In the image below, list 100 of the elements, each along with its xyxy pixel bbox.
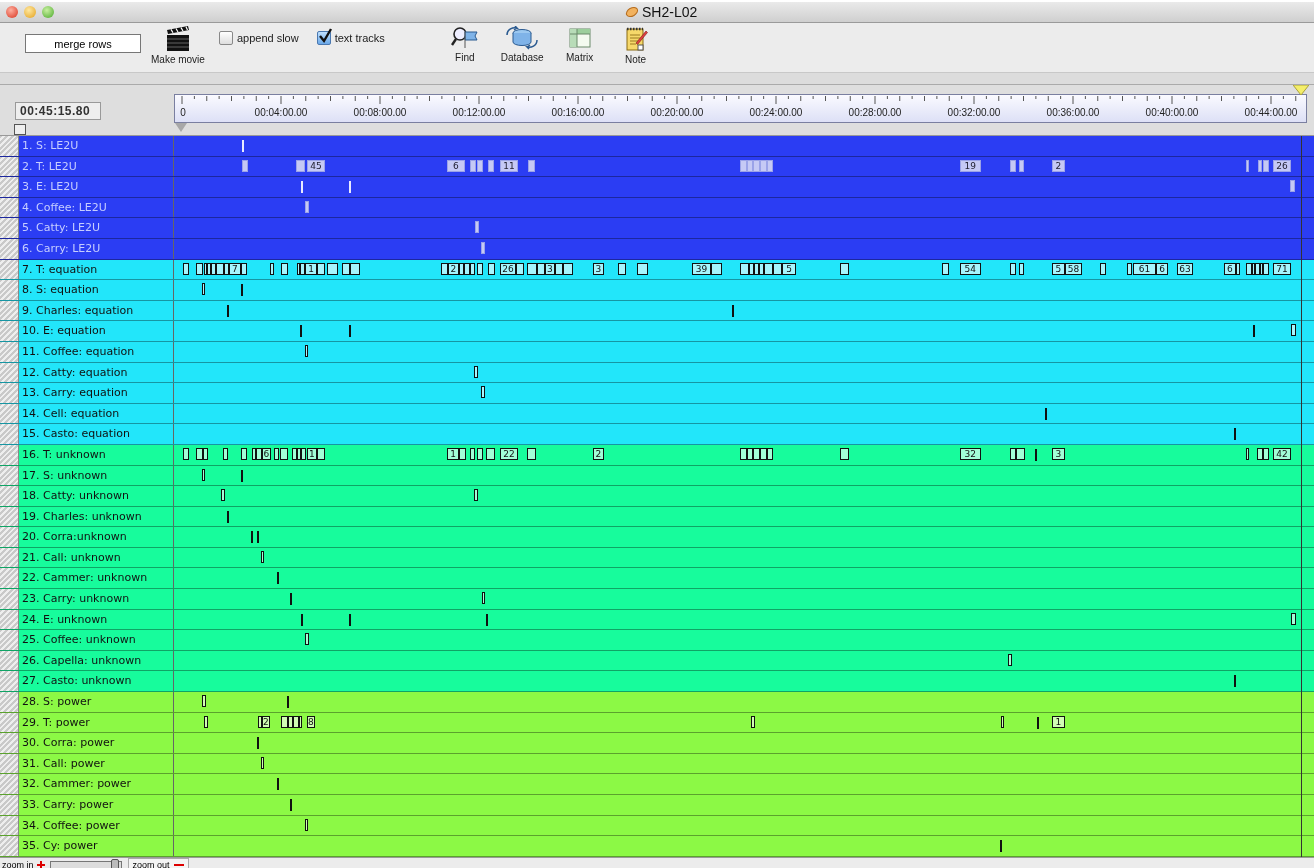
track-label[interactable]: 14. Cell: equation [19,403,174,424]
ruler-label: 00:04:00.00 [254,107,308,118]
resize-handle[interactable] [0,589,19,609]
resize-handle[interactable] [0,136,19,156]
track-label[interactable]: 2. T: LE2U [19,156,174,177]
track-label[interactable]: 22. Cammer: unknown [19,568,174,589]
event-marker [1045,407,1047,420]
resize-handle[interactable] [0,630,19,650]
track-label[interactable]: 27. Casto: unknown [19,671,174,692]
track-label[interactable]: 23. Carry: unknown [19,589,174,609]
track-label[interactable]: 21. Call: unknown [19,547,174,568]
event-marker [300,325,303,338]
track-label[interactable]: 29. T: power [19,712,174,733]
track-label[interactable]: 19. Charles: unknown [19,506,174,527]
track-label[interactable]: 3. E: LE2U [19,177,174,197]
track-label[interactable]: 34. Coffee: power [19,815,174,836]
track-label[interactable]: 6. Carry: LE2U [19,238,174,259]
close-icon[interactable] [6,6,18,18]
resize-handle[interactable] [0,568,19,589]
event-segment: 3 [593,262,604,275]
event-segment [1001,715,1005,728]
track-label[interactable]: 18. Catty: unknown [19,486,174,506]
zoom-icon[interactable] [42,6,54,18]
notepad-icon[interactable] [623,26,648,52]
resize-handle[interactable] [0,692,19,712]
track-label[interactable]: 7. T: equation [19,259,174,280]
track-label[interactable]: 25. Coffee: unknown [19,630,174,650]
event-segment [487,262,495,275]
resize-handle[interactable] [0,795,19,815]
track-label[interactable]: 12. Catty: equation [19,362,174,383]
plus-icon[interactable] [36,860,45,868]
event-segment [562,262,573,275]
event-marker [241,140,244,152]
event-segment [1010,262,1016,275]
track-label[interactable]: 4. Coffee: LE2U [19,197,174,218]
event-segment [473,489,478,502]
event-marker [1037,716,1040,729]
resize-handle[interactable] [0,424,19,444]
resize-handle[interactable] [0,527,19,547]
track-label[interactable]: 1. S: LE2U [19,136,174,156]
event-segment [261,756,264,769]
track-label[interactable]: 15. Casto: equation [19,424,174,444]
checkbox[interactable] [316,31,331,45]
track-label[interactable]: 35. Cy: power [19,836,174,856]
track-label[interactable]: 17. S: unknown [19,465,174,486]
event-segment [270,262,274,275]
resize-handle[interactable] [0,733,19,753]
checkbox[interactable] [218,31,233,45]
track-label[interactable]: 24. E: unknown [19,609,174,630]
resize-handle[interactable] [0,383,19,403]
event-marker [257,737,260,750]
track-label[interactable]: 9. Charles: equation [19,300,174,321]
event-marker [290,593,293,606]
event-segment [202,283,206,296]
event-marker [241,469,244,482]
resize-handle[interactable] [0,321,19,341]
resize-handle[interactable] [0,836,19,856]
event-segment: 5 [782,262,796,275]
track-label[interactable]: 32. Cammer: power [19,774,174,794]
event-segment [202,468,206,481]
time-ruler[interactable]: 0 00:04:00.00 00:08:00.00 00:12:00.00 00:16:00.00 00:20:00.00 00:24:00.00 00:28:00.00 00:32:00.00 00:36:00.00 00:40:00.00 00:44:00.00 [174,94,1307,123]
zoom-out-button[interactable]: zoom out [127,858,189,868]
event-segment: 58 [1065,262,1082,275]
track-label[interactable]: 28. S: power [19,692,174,712]
resize-handle[interactable] [0,486,19,506]
track-label[interactable]: 10. E: equation [19,321,174,341]
track-label[interactable]: 20. Corra:unknown [19,527,174,547]
resize-handle[interactable] [0,774,19,794]
track-label[interactable]: 30. Corra: power [19,733,174,753]
event-segment: 39 [692,262,712,275]
zoom-slider[interactable] [49,860,122,868]
event-segment: 1 [306,447,318,460]
track-label[interactable]: 8. S: equation [19,280,174,300]
resize-handle[interactable] [0,218,19,238]
event-segment: 71 [1272,262,1291,275]
event-segment: 2 [261,715,271,728]
table-icon[interactable] [567,26,592,50]
event-segment: 22 [499,447,518,460]
event-marker [276,572,279,585]
event-segment [296,159,306,172]
resize-handle[interactable] [0,177,19,197]
search-icon[interactable] [450,26,479,50]
event-segment [711,262,723,275]
merge-rows-button[interactable]: merge rows [25,34,141,53]
track-label[interactable]: 26. Capella: unknown [19,650,174,671]
resize-handle[interactable] [0,280,19,300]
track-label[interactable]: 33. Carry: power [19,795,174,815]
event-segment [317,262,325,275]
track-label[interactable]: 11. Coffee: equation [19,341,174,362]
select-all-checkbox[interactable] [14,124,26,135]
track-label[interactable]: 13. Carry: equation [19,383,174,403]
track-label[interactable]: 5. Catty: LE2U [19,218,174,238]
track-label[interactable]: 31. Call: power [19,753,174,774]
track-label[interactable]: 16. T: unknown [19,444,174,465]
event-segment [1236,262,1240,275]
resize-handle[interactable] [0,671,19,692]
database-icon[interactable] [505,26,540,50]
event-segment [1246,447,1250,460]
ruler-label: 00:24:00.00 [749,107,803,118]
event-segment [482,592,486,605]
